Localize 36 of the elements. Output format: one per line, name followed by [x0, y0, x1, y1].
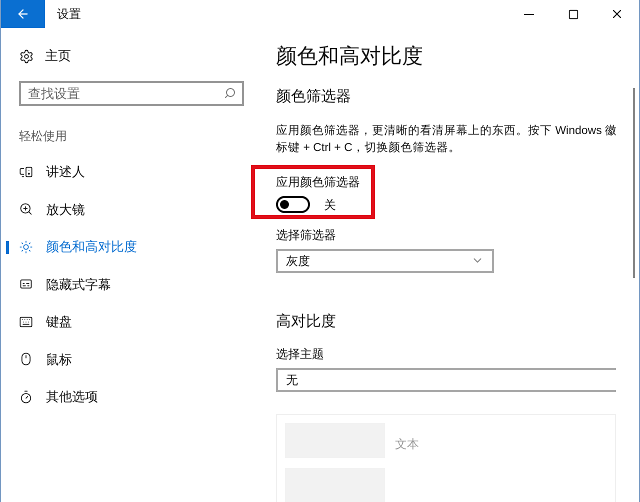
select-label: 选择主题 [276, 346, 324, 363]
nav-item[interactable]: 颜色和高对比度 [1, 228, 259, 266]
page-title: 颜色和高对比度 [276, 44, 423, 70]
filter-dropdown[interactable]: 灰度 [276, 248, 494, 272]
captions-icon [19, 277, 33, 292]
home-link[interactable]: 主页 [19, 46, 71, 66]
nav-item[interactable]: 讲述人 [1, 153, 259, 190]
mouse-icon [19, 352, 33, 366]
nav-item[interactable]: 放大镜 [1, 190, 259, 228]
zoom-icon [19, 202, 33, 216]
back-button[interactable] [1, 0, 45, 28]
toggle-state: 关 [324, 196, 336, 214]
toggle-switch[interactable] [276, 196, 310, 213]
search-icon [224, 87, 236, 99]
settings-icon [19, 48, 34, 64]
nav-item[interactable]: 键盘 [1, 303, 259, 340]
keyboard-icon [19, 314, 33, 329]
maximize-icon [568, 8, 578, 20]
section-heading: 颜色筛选器 [276, 87, 351, 107]
window-title: 设置 [57, 6, 81, 23]
search-field[interactable]: 查找设置 [19, 81, 244, 106]
close-icon [610, 7, 624, 21]
nav-item[interactable]: 鼠标 [1, 340, 259, 378]
nav-item[interactable]: 其他选项 [1, 378, 259, 416]
sun-icon [19, 240, 33, 254]
preview-text: 文本 [395, 436, 419, 453]
monitor-icon [19, 164, 33, 179]
timer-icon [19, 390, 33, 404]
theme-dropdown[interactable]: 无 [276, 368, 616, 392]
section-heading: 高对比度 [276, 312, 336, 332]
nav-item[interactable]: 隐藏式字幕 [1, 266, 259, 303]
toggle-label: 应用颜色筛选器 [276, 174, 360, 190]
section-label: 轻松使用 [19, 128, 67, 145]
select-label: 选择筛选器 [276, 226, 336, 244]
description: 应用颜色筛选器，更清晰的看清屏幕上的东西。按下 Windows 徽标键 + Ctrl + C，切换颜色筛选器。 [276, 124, 618, 156]
back-icon [16, 7, 30, 21]
